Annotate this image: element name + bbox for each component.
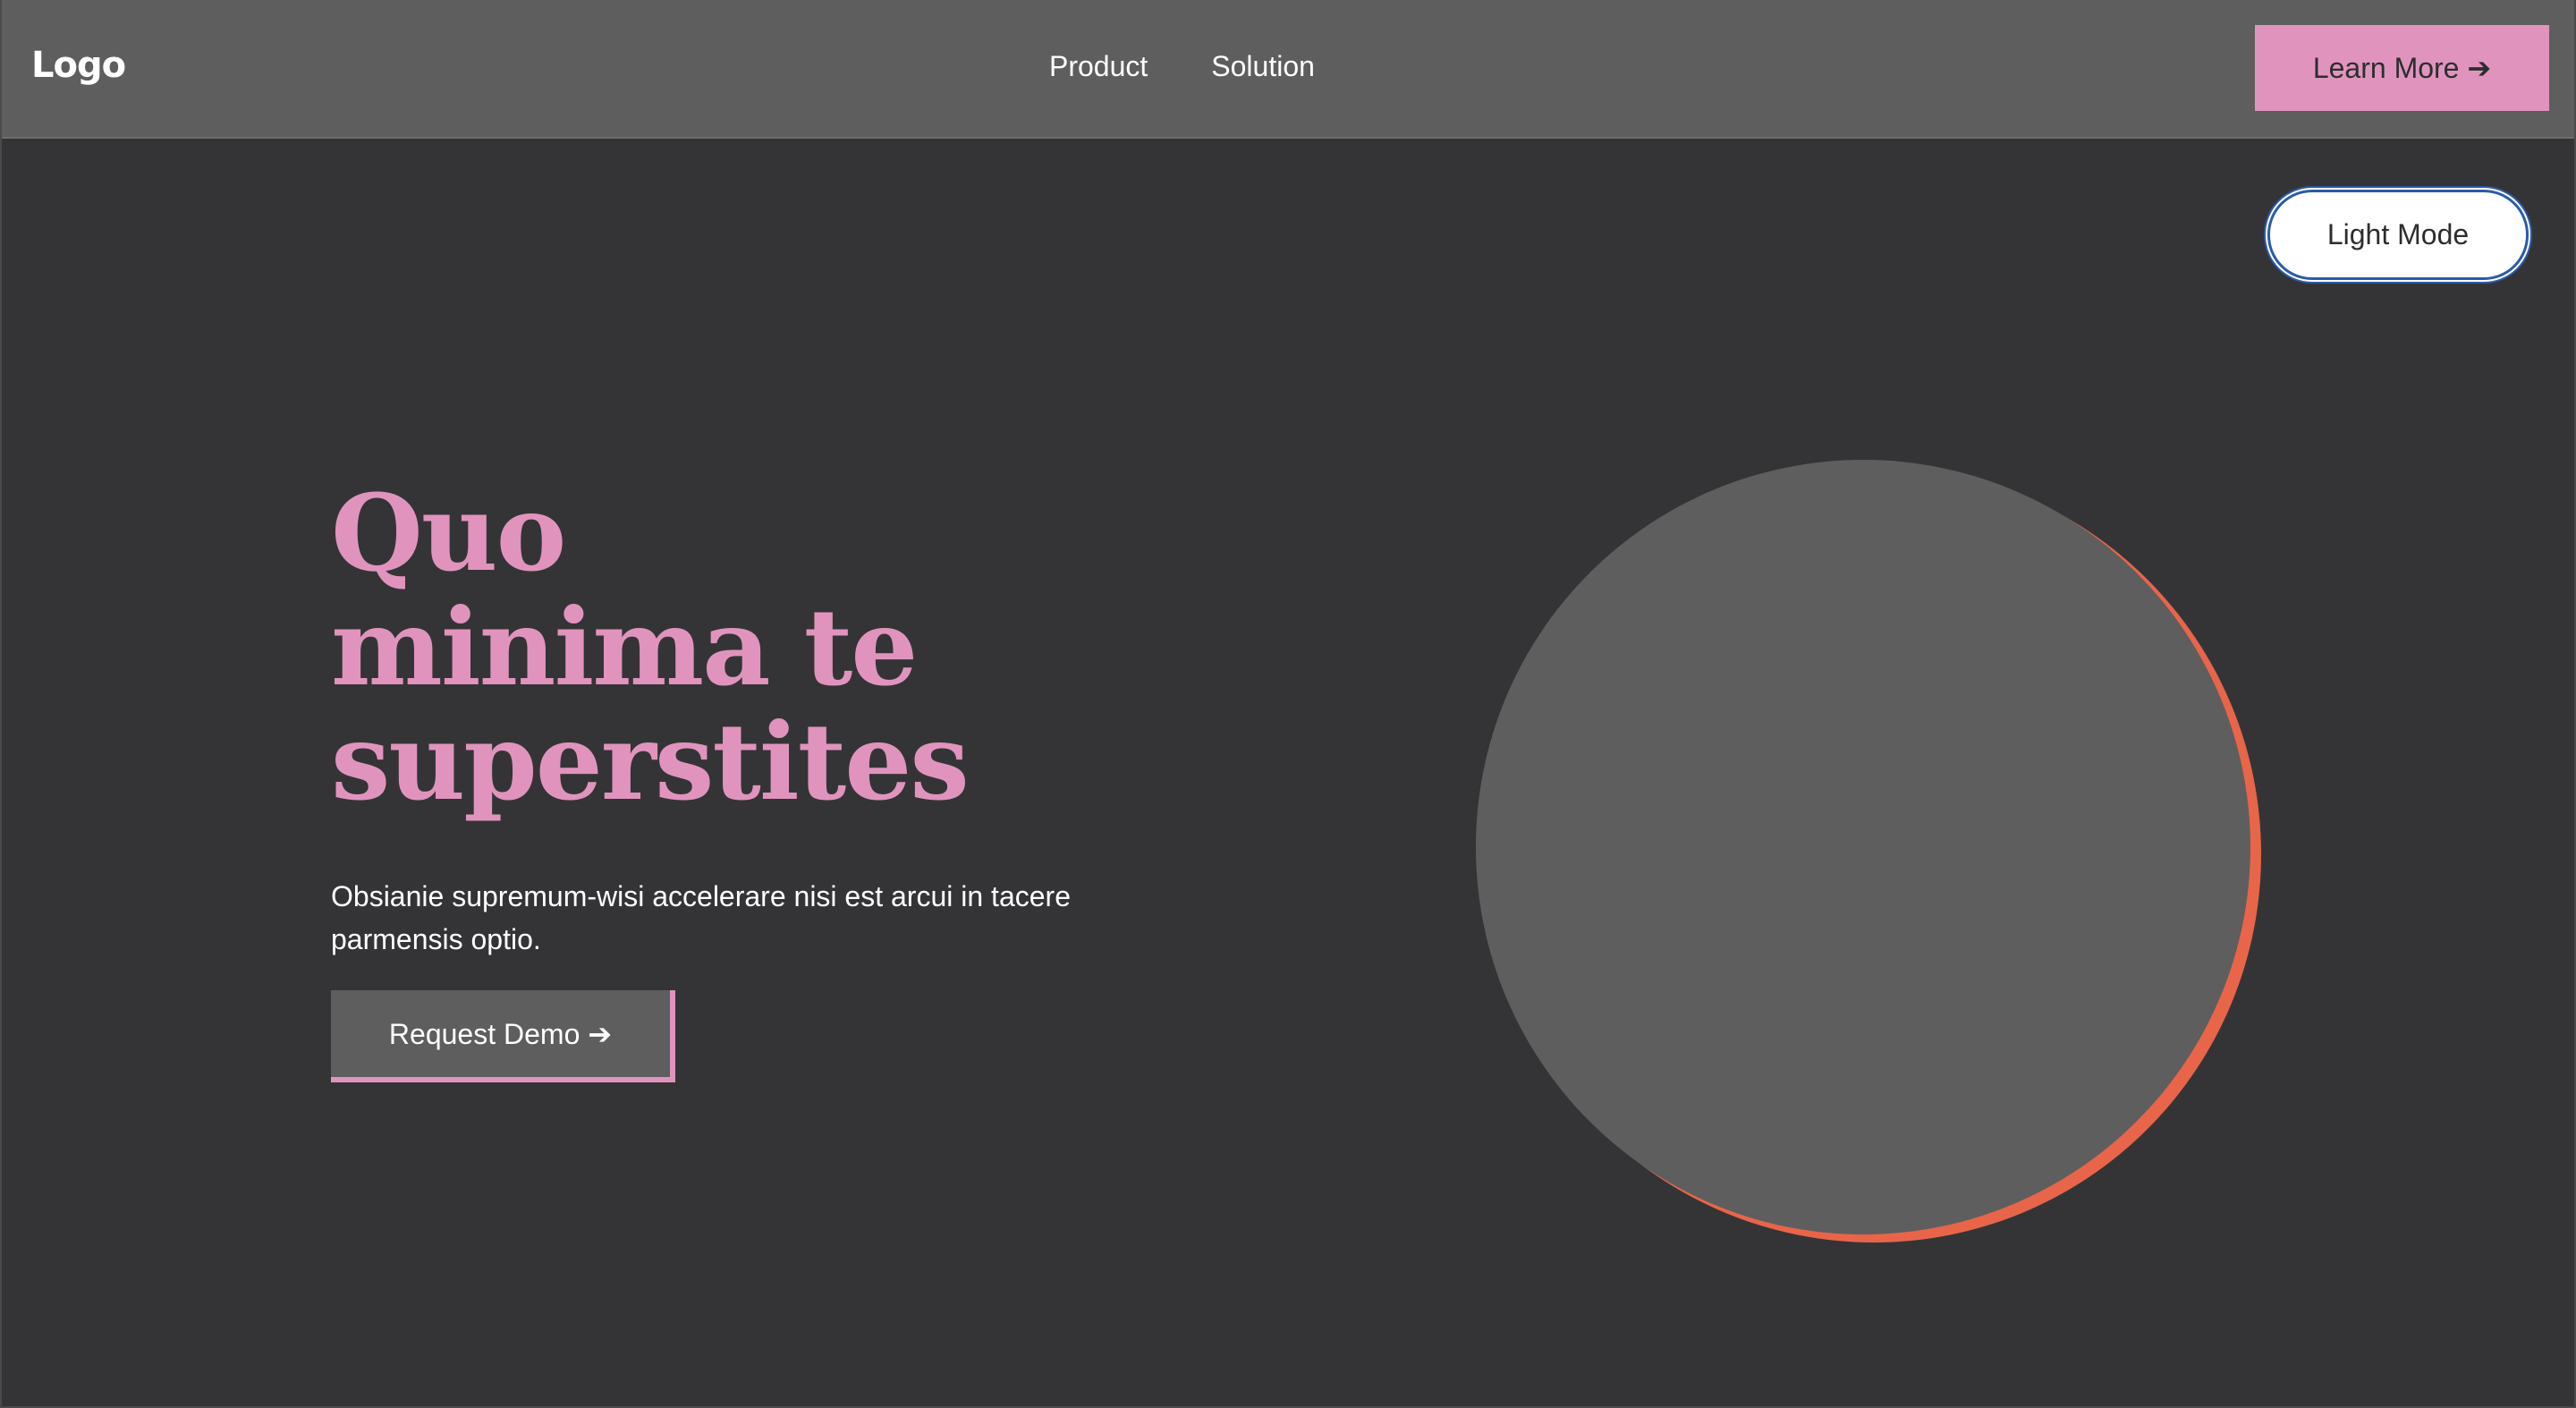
hero-title: Quo minima te superstites (331, 476, 1136, 819)
nav-link-solution[interactable]: Solution (1211, 50, 1315, 83)
hero-title-line-3: superstites (331, 700, 970, 824)
hero-circle-graphic (1476, 460, 2250, 1234)
hero-title-line-1: Quo (331, 471, 566, 595)
learn-more-button[interactable]: Learn More ➔ (2255, 25, 2549, 111)
nav-link-product[interactable]: Product (1049, 50, 1148, 83)
landing-page: Logo Product Solution Learn More ➔ Light… (0, 0, 2576, 1408)
request-demo-button[interactable]: Request Demo ➔ (331, 990, 670, 1077)
logo[interactable]: Logo (31, 45, 126, 86)
request-demo-shadow: Request Demo ➔ (331, 990, 675, 1082)
hero-subtitle: Obsianie supremum-wisi accelerare nisi e… (331, 880, 1071, 955)
top-navbar: Logo Product Solution Learn More ➔ (2, 0, 2574, 139)
hero-title-line-2: minima te (331, 585, 918, 709)
main-nav: Product Solution (1049, 50, 1315, 83)
light-mode-toggle[interactable]: Light Mode (2267, 190, 2529, 280)
